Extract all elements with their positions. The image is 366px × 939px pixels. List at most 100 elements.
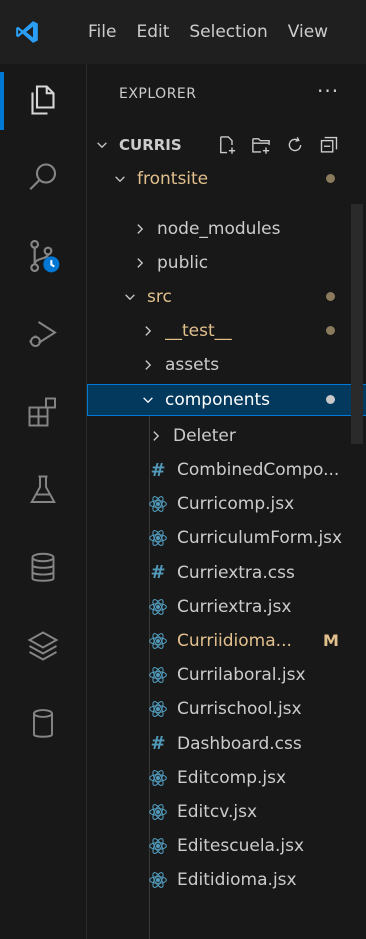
file-item[interactable]: Editcomp.jsx <box>87 761 366 795</box>
react-icon <box>147 631 169 651</box>
react-icon <box>147 870 169 890</box>
folder-label: node_modules <box>157 219 281 239</box>
folder-frontsite[interactable]: frontsite <box>87 162 366 196</box>
scrollbar-thumb[interactable] <box>351 204 363 444</box>
file-item[interactable]: Curriidioma... M <box>87 624 366 658</box>
layers-icon[interactable] <box>0 610 86 682</box>
modified-dot <box>326 326 335 335</box>
chevron-right-icon <box>139 324 157 338</box>
folder-src[interactable]: src <box>87 280 366 314</box>
chevron-right-icon <box>131 222 149 236</box>
menu-view[interactable]: View <box>288 22 328 42</box>
menu-edit[interactable]: Edit <box>136 22 169 42</box>
folder-assets[interactable]: assets <box>87 348 366 382</box>
file-name: Dashboard.css <box>177 733 302 754</box>
file-item[interactable]: Curriextra.jsx <box>87 590 366 624</box>
workspace-root[interactable]: CURRIS <box>87 128 366 162</box>
modified-badge: M <box>323 631 339 650</box>
workspace-root-label: CURRIS <box>119 136 182 154</box>
file-item[interactable]: CurriculumForm.jsx <box>87 521 366 555</box>
folder-label: assets <box>165 355 220 375</box>
react-icon <box>147 768 169 788</box>
folder-test[interactable]: __test__ <box>87 314 366 348</box>
file-name: CombinedCompo... <box>177 460 340 480</box>
folder-components[interactable]: components <box>87 384 366 416</box>
explorer-sidebar: EXPLORER ··· CURRIS frontsite node_modul… <box>87 64 366 939</box>
menu-selection[interactable]: Selection <box>189 22 267 42</box>
collapse-all-icon[interactable] <box>319 135 339 159</box>
explorer-icon[interactable] <box>0 64 86 136</box>
modified-dot <box>326 292 335 301</box>
css-hash-icon: # <box>150 562 166 584</box>
folder-assets-partial[interactable]: assets <box>87 194 366 206</box>
chevron-down-icon <box>121 290 139 304</box>
file-name: Curriidioma... <box>177 631 292 651</box>
source-control-icon[interactable] <box>0 220 86 292</box>
folder-label: assets <box>157 194 211 199</box>
explorer-header: EXPLORER ··· <box>87 64 366 128</box>
folder-label: public <box>157 253 209 273</box>
chevron-down-icon <box>139 393 157 407</box>
folder-label: Deleter <box>173 426 236 446</box>
run-debug-icon[interactable] <box>0 298 86 370</box>
file-item[interactable]: Editescuela.jsx <box>87 829 366 863</box>
file-item[interactable]: Currischool.jsx <box>87 692 366 726</box>
react-icon <box>147 665 169 685</box>
folder-label: components <box>165 390 271 410</box>
file-item[interactable]: Editidioma.jsx <box>87 863 366 897</box>
extensions-icon[interactable] <box>0 376 86 448</box>
react-icon <box>147 494 169 514</box>
folder-public[interactable]: public <box>87 246 366 280</box>
file-name: CurriculumForm.jsx <box>177 528 343 549</box>
react-icon <box>147 836 169 856</box>
file-name: Editidioma.jsx <box>177 870 297 891</box>
file-item[interactable]: Curricomp.jsx <box>87 487 366 521</box>
vscode-logo-icon <box>0 0 88 64</box>
react-icon <box>147 528 169 548</box>
file-name: Editcv.jsx <box>177 802 258 822</box>
folder-label: __test__ <box>165 321 232 341</box>
refresh-icon[interactable] <box>285 135 305 159</box>
chevron-right-icon <box>131 256 149 270</box>
react-icon <box>147 699 169 719</box>
file-name: Curriextra.jsx <box>177 596 292 617</box>
database-icon[interactable] <box>0 532 86 604</box>
react-icon <box>147 802 169 822</box>
react-icon <box>147 597 169 617</box>
root-actions <box>217 135 339 159</box>
modified-dot <box>326 174 335 183</box>
activity-bar <box>0 64 87 939</box>
scroll-clip: assets <box>87 194 366 206</box>
chevron-down-icon <box>111 172 129 186</box>
file-item[interactable]: Currilaboral.jsx <box>87 658 366 692</box>
folder-label: frontsite <box>137 169 209 189</box>
chevron-right-icon <box>131 194 149 196</box>
file-name: Curriextra.css <box>177 562 295 583</box>
file-name: Editcomp.jsx <box>177 767 287 788</box>
modified-dot <box>326 395 335 404</box>
new-file-icon[interactable] <box>217 135 237 159</box>
file-item[interactable]: # CombinedCompo... <box>87 453 366 487</box>
css-hash-icon: # <box>150 459 166 481</box>
file-name: Editescuela.jsx <box>177 836 305 857</box>
folder-label: src <box>147 287 172 307</box>
folder-deleter[interactable]: Deleter <box>87 419 366 453</box>
title-bar: File Edit Selection View <box>0 0 366 64</box>
file-item[interactable]: # Dashboard.css <box>87 727 366 761</box>
file-name: Currilaboral.jsx <box>177 665 306 686</box>
folder-node-modules[interactable]: node_modules <box>87 212 366 246</box>
more-actions-button[interactable]: ··· <box>317 79 339 103</box>
menu-file[interactable]: File <box>88 22 116 42</box>
new-folder-icon[interactable] <box>251 135 271 159</box>
testing-icon[interactable] <box>0 454 86 526</box>
chevron-right-icon <box>139 358 157 372</box>
file-item[interactable]: Editcv.jsx <box>87 795 366 829</box>
file-item[interactable]: # Curriextra.css <box>87 556 366 590</box>
search-icon[interactable] <box>0 142 86 214</box>
css-hash-icon: # <box>150 733 166 755</box>
cylinder-icon[interactable] <box>0 688 86 760</box>
chevron-down-icon <box>93 138 111 152</box>
explorer-title: EXPLORER <box>119 86 197 102</box>
file-name: Currischool.jsx <box>177 699 302 720</box>
file-name: Curricomp.jsx <box>177 494 295 515</box>
